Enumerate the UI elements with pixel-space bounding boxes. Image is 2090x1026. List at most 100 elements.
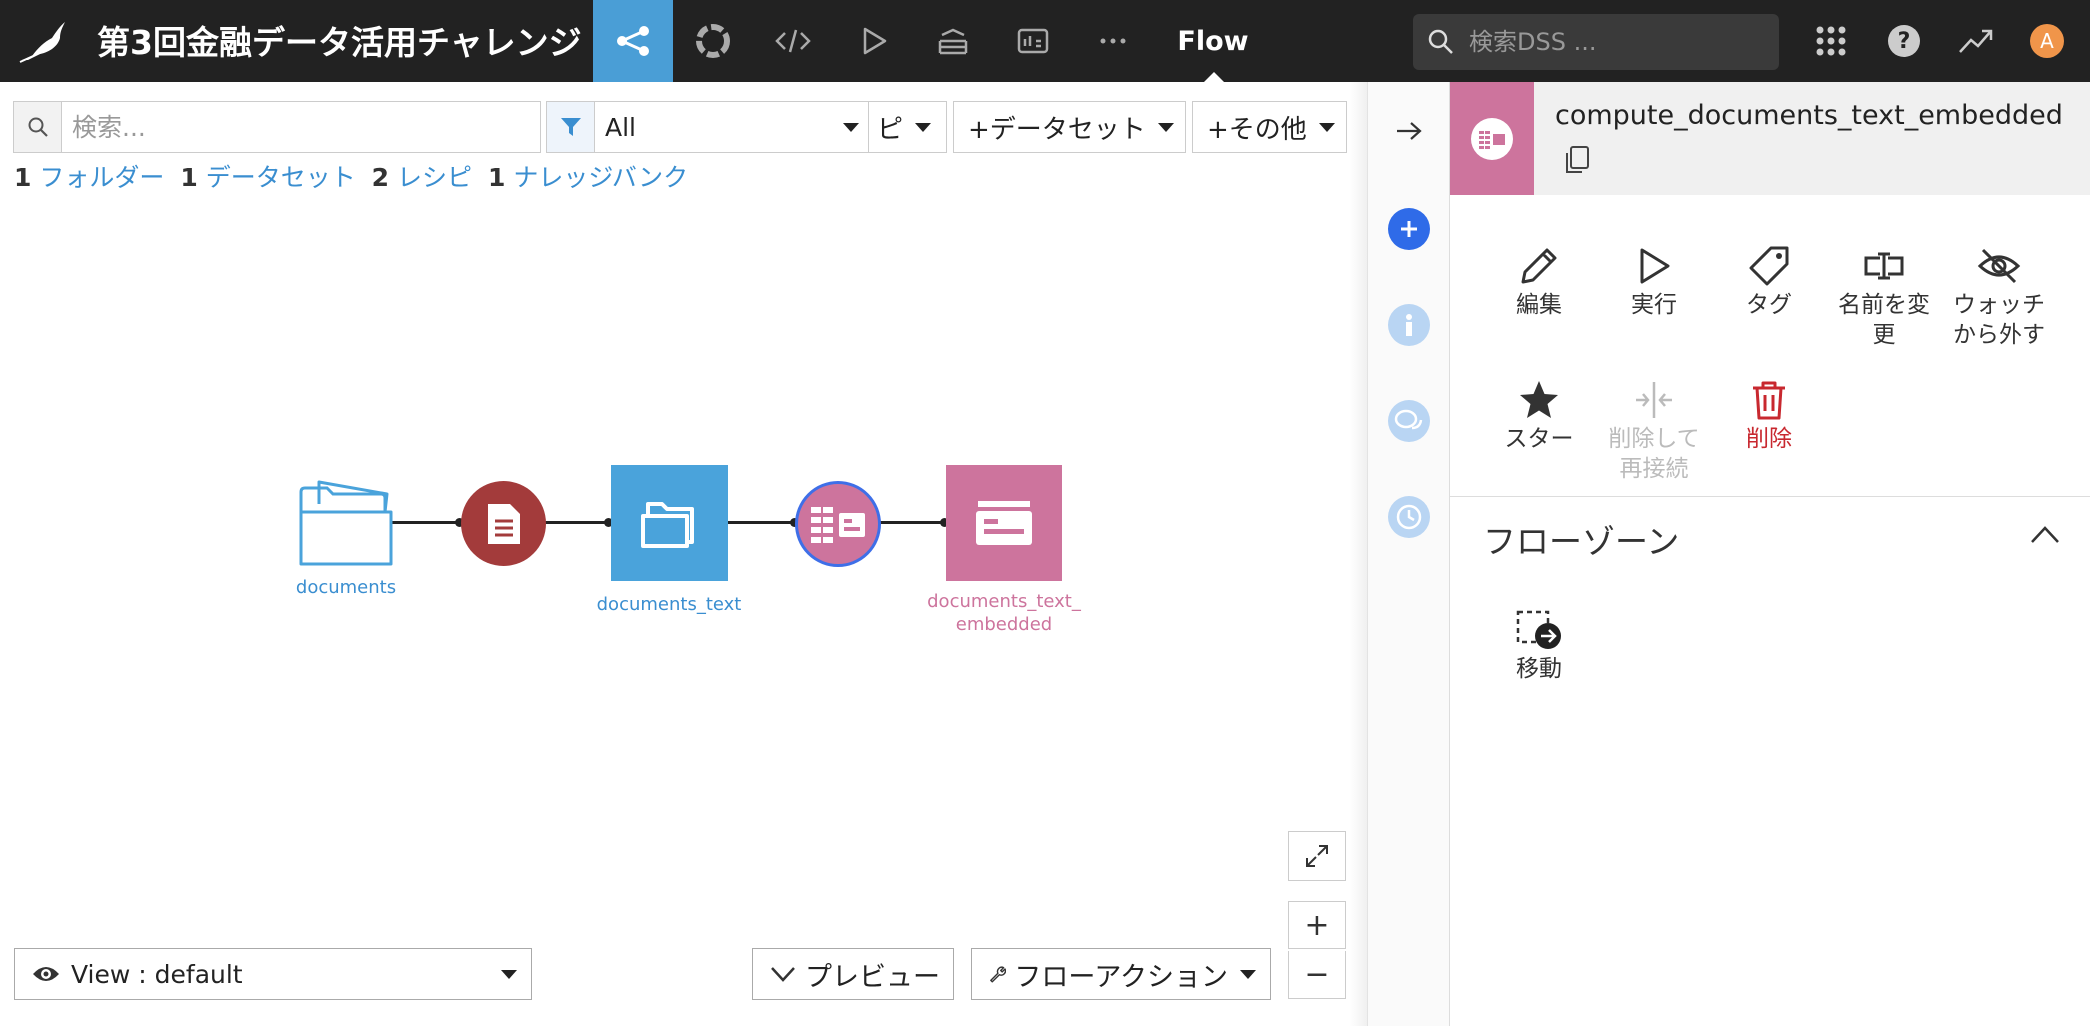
move-zone-action[interactable]: 移動	[1484, 602, 1594, 684]
right-rail	[1367, 82, 1449, 1026]
rail-shadow	[1349, 82, 1367, 1026]
rename-icon	[1864, 252, 1904, 280]
tag-icon	[1749, 246, 1789, 286]
node-label[interactable]: documents_text	[589, 593, 749, 616]
delete-action[interactable]: 削除	[1714, 372, 1824, 454]
active-tab-indicator	[1203, 72, 1225, 83]
embed-icon	[811, 507, 865, 543]
flow-tab[interactable]: Flow	[1170, 0, 1256, 82]
merge-icon	[1636, 382, 1672, 418]
dataset-count: 1	[180, 163, 198, 192]
project-title[interactable]: 第3回金融データ活用チャレンジ	[97, 16, 582, 64]
folder-count-link[interactable]: フォルダー	[39, 163, 164, 192]
flow-actions-label: フローアクション	[1014, 961, 1228, 993]
flow-search[interactable]	[13, 101, 541, 153]
preview-button[interactable]: プレビュー	[752, 948, 954, 1000]
filter-icon[interactable]	[547, 102, 595, 152]
delete-and-reconnect-action: 削除して 再接続	[1599, 372, 1709, 484]
node-label[interactable]: documents	[286, 576, 406, 599]
trash-icon	[1753, 381, 1785, 420]
panel-divider	[1450, 496, 2090, 497]
delete-label: 削除	[1746, 426, 1792, 452]
chevron-down-icon	[843, 122, 859, 132]
folder-icon	[640, 502, 694, 548]
unwatch-label-line1: ウォッチ	[1953, 292, 2045, 318]
flow-edge	[727, 521, 797, 524]
extract-text-recipe-node[interactable]	[461, 481, 546, 566]
panel-header: compute_documents_text_embedded	[1450, 82, 2090, 195]
node-label-line2[interactable]: embedded	[924, 613, 1084, 636]
edit-label: 編集	[1516, 292, 1562, 318]
collapse-panel-button[interactable]	[1388, 110, 1430, 152]
folder-icon	[299, 480, 393, 566]
flow-icon[interactable]	[593, 0, 673, 82]
knowledge-bank-count-link[interactable]: ナレッジバンク	[513, 163, 688, 192]
help-icon[interactable]: ?	[1881, 18, 1927, 64]
tag-label: タグ	[1746, 292, 1792, 318]
star-icon	[1520, 381, 1558, 418]
panel-title[interactable]: compute_documents_text_embedded	[1555, 100, 2063, 131]
add-dataset-dropdown[interactable]: +データセット	[953, 101, 1186, 153]
flow-actions-button[interactable]: フローアクション	[971, 948, 1271, 1000]
unwatch-action[interactable]: ウォッチ から外す	[1944, 238, 2054, 350]
apps-grid-icon[interactable]	[1808, 18, 1854, 64]
star-action[interactable]: スター	[1484, 372, 1594, 454]
embed-recipe-icon	[1471, 117, 1513, 160]
recipe-count-link[interactable]: レシピ	[397, 163, 472, 192]
lab-icon[interactable]	[673, 0, 753, 82]
run-icon[interactable]	[833, 0, 913, 82]
trending-icon[interactable]	[1953, 18, 1999, 64]
move-label: 移動	[1516, 656, 1562, 682]
preview-label: プレビュー	[805, 961, 940, 993]
move-icon	[1516, 610, 1561, 649]
chevron-down-icon	[1318, 122, 1335, 132]
copy-icon[interactable]	[1562, 144, 1592, 176]
discussions-button[interactable]	[1388, 400, 1430, 442]
documents-text-folder-node[interactable]	[611, 465, 728, 581]
chevron-up-icon[interactable]	[2030, 522, 2060, 546]
dashboard-icon[interactable]	[993, 0, 1073, 82]
recipe-dropdown[interactable]: ピ	[868, 101, 947, 153]
run-action[interactable]: 実行	[1599, 238, 1709, 320]
documents-folder-node[interactable]	[297, 474, 393, 570]
recipe-type-badge	[1450, 82, 1534, 195]
avatar[interactable]: A	[2030, 24, 2064, 58]
flow-search-input[interactable]	[72, 112, 512, 142]
wrench-icon	[990, 966, 1007, 983]
edit-action[interactable]: 編集	[1484, 238, 1594, 320]
clock-icon	[1396, 504, 1422, 530]
info-icon	[1406, 314, 1412, 336]
right-panel: compute_documents_text_embedded 編集 実行 タグ…	[1449, 82, 2090, 1026]
dataset-count-link[interactable]: データセット	[206, 163, 356, 192]
info-button[interactable]	[1388, 304, 1430, 346]
zoom-out-button[interactable]: −	[1288, 951, 1346, 999]
code-icon[interactable]	[753, 0, 833, 82]
flow-filter-select[interactable]: All	[546, 101, 874, 153]
global-search[interactable]	[1413, 14, 1779, 70]
more-icon[interactable]	[1073, 0, 1153, 82]
search-icon	[1428, 29, 1453, 54]
flow-item-counts: 1 フォルダー 1 データセット 2 レシピ 1 ナレッジバンク	[14, 158, 696, 194]
fullscreen-button[interactable]	[1288, 831, 1346, 881]
svg-text:?: ?	[1898, 29, 1911, 54]
stack-icon[interactable]	[913, 0, 993, 82]
add-other-dropdown[interactable]: +その他	[1192, 101, 1347, 153]
view-select[interactable]: View : default	[14, 948, 532, 1000]
rename-action[interactable]: 名前を変 更	[1829, 238, 1939, 350]
dataiku-bird-logo-icon[interactable]	[18, 18, 68, 64]
zoom-in-button[interactable]: +	[1288, 901, 1346, 949]
flow-zone-title: フローゾーン	[1483, 522, 1680, 561]
embed-recipe-node[interactable]	[795, 481, 881, 567]
knowledge-bank-node[interactable]	[946, 465, 1062, 581]
tag-action[interactable]: タグ	[1714, 238, 1824, 320]
node-label-line1[interactable]: documents_text_	[924, 590, 1084, 613]
history-button[interactable]	[1388, 496, 1430, 538]
add-button[interactable]	[1388, 208, 1430, 250]
global-search-input[interactable]	[1469, 28, 1749, 56]
pencil-icon	[1521, 248, 1557, 284]
star-label: スター	[1504, 426, 1574, 452]
chat-icon	[1394, 409, 1423, 430]
add-dataset-label: +データセット	[968, 114, 1146, 145]
flow-edge	[880, 521, 946, 524]
knowledge-bank-icon	[976, 501, 1032, 545]
